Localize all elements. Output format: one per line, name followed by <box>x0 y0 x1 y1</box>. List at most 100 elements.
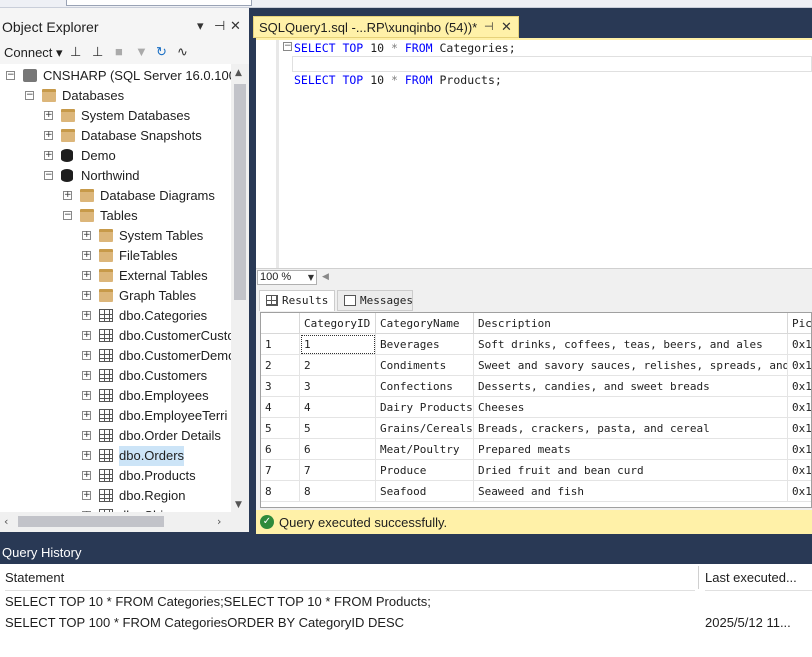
grid-cell[interactable]: Beverages <box>376 334 474 355</box>
grid-cell[interactable]: 8 <box>300 481 376 502</box>
row-number[interactable]: 5 <box>261 418 300 439</box>
grid-cell[interactable]: 6 <box>300 439 376 460</box>
row-number[interactable]: 2 <box>261 355 300 376</box>
window-position-icon[interactable]: ▾ <box>197 18 204 34</box>
grid-cell[interactable]: Seaweed and fish <box>474 481 788 502</box>
scroll-left-icon[interactable]: ◀ <box>322 272 329 282</box>
grid-cell[interactable]: Breads, crackers, pasta, and cereal <box>474 418 788 439</box>
scroll-right-icon[interactable]: › <box>217 515 221 528</box>
collapse-icon[interactable]: − <box>6 71 15 80</box>
tab-close-icon[interactable]: ✕ <box>501 19 512 35</box>
scroll-left-icon[interactable]: ‹ <box>4 515 8 528</box>
collapse-icon[interactable]: − <box>25 91 34 100</box>
expand-icon[interactable]: + <box>82 331 91 340</box>
expand-icon[interactable]: + <box>44 131 53 140</box>
query-editor[interactable]: − SELECT TOP 10 * FROM Categories; SELEC… <box>256 38 812 268</box>
column-divider[interactable] <box>698 566 699 589</box>
tab-messages[interactable]: Messages <box>337 290 413 311</box>
results-grid[interactable]: CategoryIDCategoryNameDescriptionPict11B… <box>260 312 812 508</box>
grid-cell[interactable]: Soft drinks, coffees, teas, beers, and a… <box>474 334 788 355</box>
grid-cell[interactable]: 5 <box>300 418 376 439</box>
grid-cell[interactable]: Confections <box>376 376 474 397</box>
row-number[interactable]: 7 <box>261 460 300 481</box>
expand-icon[interactable]: + <box>82 271 91 280</box>
expand-icon[interactable]: + <box>82 231 91 240</box>
row-number[interactable]: 3 <box>261 376 300 397</box>
tree-horizontal-scrollbar[interactable]: ‹ › <box>0 512 249 532</box>
expand-icon[interactable]: + <box>44 111 53 120</box>
stop-icon[interactable]: ■ <box>115 44 123 59</box>
grid-cell[interactable]: 3 <box>300 376 376 397</box>
tab-sqlquery1[interactable]: SQLQuery1.sql -...RP\xunqinbo (54))* ⊣ ✕ <box>253 16 519 38</box>
toolbar-search-box[interactable] <box>66 0 252 6</box>
expand-icon[interactable]: + <box>82 351 91 360</box>
disconnect-icon[interactable]: ⊥ <box>92 44 103 60</box>
column-header[interactable]: Description <box>474 313 788 334</box>
grid-cell[interactable]: 4 <box>300 397 376 418</box>
grid-cell[interactable]: 0x15 <box>788 334 811 355</box>
grid-cell[interactable]: 0x15 <box>788 376 811 397</box>
history-statement[interactable]: SELECT TOP 10 * FROM Categories;SELECT T… <box>5 594 431 609</box>
close-icon[interactable]: ✕ <box>230 18 241 34</box>
grid-cell[interactable]: 0x15 <box>788 355 811 376</box>
expand-icon[interactable]: + <box>82 251 91 260</box>
column-header-last-executed[interactable]: Last executed... <box>705 564 812 591</box>
tree-vertical-scrollbar[interactable]: ▲ ▼ <box>231 64 249 512</box>
column-header[interactable]: CategoryName <box>376 313 474 334</box>
expand-icon[interactable]: + <box>82 471 91 480</box>
grid-cell[interactable]: 0x15 <box>788 418 811 439</box>
row-number[interactable]: 1 <box>261 334 300 355</box>
row-number[interactable]: 4 <box>261 397 300 418</box>
grid-cell[interactable]: 2 <box>300 355 376 376</box>
scroll-thumb-horizontal[interactable] <box>18 516 164 527</box>
collapse-icon[interactable]: − <box>63 211 72 220</box>
collapse-icon[interactable]: − <box>44 171 53 180</box>
zoom-select[interactable]: 100 % ▼ <box>257 270 317 285</box>
grid-cell[interactable]: Grains/Cereals <box>376 418 474 439</box>
expand-icon[interactable]: + <box>82 391 91 400</box>
expand-icon[interactable]: + <box>82 491 91 500</box>
grid-cell[interactable]: 0x15 <box>788 481 811 502</box>
row-number[interactable]: 6 <box>261 439 300 460</box>
column-header[interactable]: CategoryID <box>300 313 376 334</box>
grid-cell[interactable]: 0x15 <box>788 397 811 418</box>
tab-results[interactable]: Results <box>259 290 335 311</box>
grid-cell[interactable]: 0x15 <box>788 439 811 460</box>
expand-icon[interactable]: + <box>82 451 91 460</box>
expand-icon[interactable]: + <box>44 151 53 160</box>
filter-icon[interactable]: ▼ <box>135 44 148 59</box>
refresh-icon[interactable]: ↻ <box>156 44 167 60</box>
scroll-thumb[interactable] <box>234 84 246 300</box>
grid-cell[interactable]: Seafood <box>376 481 474 502</box>
grid-cell[interactable]: Condiments <box>376 355 474 376</box>
grid-cell[interactable]: Dried fruit and bean curd <box>474 460 788 481</box>
expand-icon[interactable]: + <box>82 371 91 380</box>
grid-cell[interactable]: Meat/Poultry <box>376 439 474 460</box>
grid-cell[interactable]: 7 <box>300 460 376 481</box>
scroll-up-icon[interactable]: ▲ <box>235 68 242 78</box>
grid-cell[interactable]: Desserts, candies, and sweet breads <box>474 376 788 397</box>
row-number[interactable]: 8 <box>261 481 300 502</box>
column-header-statement[interactable]: Statement <box>5 564 695 591</box>
grid-cell[interactable]: Produce <box>376 460 474 481</box>
grid-cell[interactable]: Dairy Products <box>376 397 474 418</box>
grid-cell[interactable]: Sweet and savory sauces, relishes, sprea… <box>474 355 788 376</box>
expand-icon[interactable]: + <box>82 291 91 300</box>
column-header[interactable]: Pict <box>788 313 811 334</box>
grid-cell[interactable]: Prepared meats <box>474 439 788 460</box>
expand-icon[interactable]: + <box>82 311 91 320</box>
history-statement[interactable]: SELECT TOP 100 * FROM CategoriesORDER BY… <box>5 615 404 630</box>
expand-icon[interactable]: + <box>63 191 72 200</box>
grid-cell[interactable]: 1 <box>300 334 376 355</box>
tab-pin-icon[interactable]: ⊣ <box>484 20 494 33</box>
grid-cell[interactable]: Cheeses <box>474 397 788 418</box>
expand-icon[interactable]: + <box>82 431 91 440</box>
pin-icon[interactable]: ⊣ <box>214 18 225 34</box>
grid-cell[interactable]: 0x15 <box>788 460 811 481</box>
grid-corner[interactable] <box>261 313 300 334</box>
expand-icon[interactable]: + <box>82 411 91 420</box>
connect-button[interactable]: Connect ▾ <box>4 45 63 61</box>
scroll-down-icon[interactable]: ▼ <box>235 500 242 510</box>
connect-plug-icon[interactable]: ⊥ <box>70 44 81 60</box>
activity-monitor-icon[interactable]: ∿ <box>177 44 188 60</box>
